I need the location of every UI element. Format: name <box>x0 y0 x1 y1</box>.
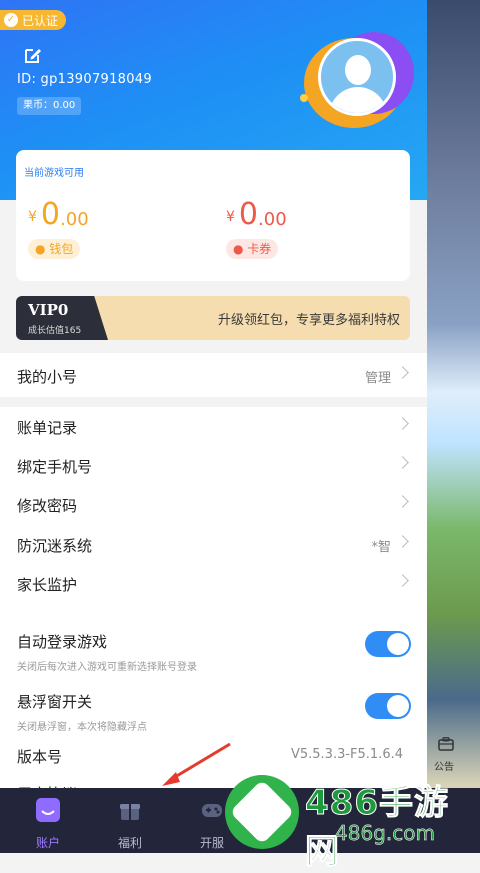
bill-label: 账单记录 <box>17 419 78 437</box>
manage-link[interactable]: 管理 <box>365 367 391 386</box>
avatar-body-icon <box>329 87 387 113</box>
tab-welfare-label: 福利 <box>117 836 142 850</box>
briefcase-icon <box>438 737 454 751</box>
avatar-deco-dot <box>300 94 308 102</box>
float-window-label: 悬浮窗开关 <box>17 693 93 711</box>
edit-icon[interactable] <box>24 46 42 64</box>
vip-level: VIP0 <box>28 301 69 319</box>
coupon-int: 0 <box>238 197 259 232</box>
account-icon <box>36 798 60 822</box>
float-window-hint: 关闭悬浮窗，本次将隐藏浮点 <box>17 722 147 733</box>
version-label: 版本号 <box>17 748 63 766</box>
coupon-amount[interactable]: ¥ 0 .00 <box>226 200 287 230</box>
coupon-tag[interactable]: ● 卡券 <box>226 239 279 259</box>
avatar-area[interactable] <box>300 30 414 128</box>
gamepad-icon <box>202 804 222 817</box>
change-password-label: 修改密码 <box>17 497 78 515</box>
tab-account-label: 账户 <box>35 836 60 850</box>
my-account-row[interactable]: 我的小号 管理 <box>0 356 427 396</box>
auto-login-label: 自动登录游戏 <box>17 633 108 651</box>
watermark-url: 486g.com <box>335 821 435 846</box>
coin-balance: 果币：0.00 <box>17 97 82 115</box>
chevron-right-icon <box>396 417 409 430</box>
watermark: 486手游网 486g.com <box>225 773 480 873</box>
menu-group-settings: 账单记录 绑定手机号 修改密码 防沉迷系统 *智 家长监护 自动登录游戏 关闭后… <box>0 407 427 803</box>
check-icon: ✓ <box>4 13 18 27</box>
tab-account[interactable]: 账户 <box>18 788 78 853</box>
wallet-int: 0 <box>40 197 61 232</box>
anti-addiction-value: *智 <box>371 540 391 555</box>
wallet-tag-label: 钱包 <box>49 242 74 256</box>
verified-badge: ✓ 已认证 <box>0 10 67 30</box>
avatar-head-icon <box>345 55 371 85</box>
anti-addiction-row[interactable]: 防沉迷系统 *智 <box>0 525 427 565</box>
bind-phone-label: 绑定手机号 <box>17 458 93 476</box>
parental-row[interactable]: 家长监护 <box>0 564 427 604</box>
vip-badge: VIP0 成长估值165 <box>16 296 108 340</box>
verified-label: 已认证 <box>22 13 59 28</box>
wallet-card: 当前游戏可用 ¥ 0 .00 ● 钱包 ¥ 0 .00 ● 卡券 <box>16 150 410 281</box>
bill-row[interactable]: 账单记录 <box>0 407 427 447</box>
auto-login-toggle[interactable] <box>365 631 411 657</box>
watermark-logo-icon <box>225 775 299 849</box>
chevron-right-icon <box>396 574 409 587</box>
coupon-dec: .00 <box>258 209 287 230</box>
auto-login-row: 自动登录游戏 关闭后每次进入游戏可重新选择账号登录 <box>0 621 427 677</box>
wallet-caption: 当前游戏可用 <box>24 168 84 179</box>
chevron-right-icon <box>396 456 409 469</box>
auto-login-hint: 关闭后每次进入游戏可重新选择账号登录 <box>17 662 197 673</box>
user-id: ID: gp13907918049 <box>17 72 152 87</box>
wallet-amount[interactable]: ¥ 0 .00 <box>28 200 89 230</box>
vip-promo: 升级领红包，专享更多福利特权 <box>217 313 400 328</box>
notice-label: 公告 <box>434 762 454 773</box>
avatar[interactable] <box>318 38 396 116</box>
change-password-row[interactable]: 修改密码 <box>0 485 427 525</box>
account-panel: ✓ 已认证 ID: gp13907918049 果币：0.00 当前游戏可用 ¥… <box>0 0 427 853</box>
gift-icon <box>120 804 140 820</box>
parental-label: 家长监护 <box>17 576 78 594</box>
float-window-toggle[interactable] <box>365 693 411 719</box>
vip-banner[interactable]: VIP0 成长估值165 升级领红包，专享更多福利特权 <box>16 296 410 340</box>
wallet-tag[interactable]: ● 钱包 <box>28 239 81 259</box>
yen-symbol: ¥ <box>28 209 37 225</box>
chevron-right-icon <box>396 495 409 508</box>
coupon-tag-label: 卡券 <box>247 242 272 256</box>
menu-group-accounts: 我的小号 管理 <box>0 353 427 397</box>
bind-phone-row[interactable]: 绑定手机号 <box>0 446 427 486</box>
chevron-right-icon <box>396 535 409 548</box>
chevron-right-icon <box>396 366 409 379</box>
vip-growth: 成长估值165 <box>28 326 82 336</box>
tab-welfare[interactable]: 福利 <box>100 788 160 853</box>
anti-addiction-label: 防沉迷系统 <box>17 537 93 555</box>
my-account-label: 我的小号 <box>17 368 78 386</box>
notice-button[interactable] <box>427 0 480 853</box>
version-value: V5.5.3.3-F5.1.6.4 <box>290 747 403 762</box>
float-window-row: 悬浮窗开关 关闭悬浮窗，本次将隐藏浮点 <box>0 681 427 737</box>
wallet-dec: .00 <box>60 209 89 230</box>
yen-symbol: ¥ <box>226 209 235 225</box>
